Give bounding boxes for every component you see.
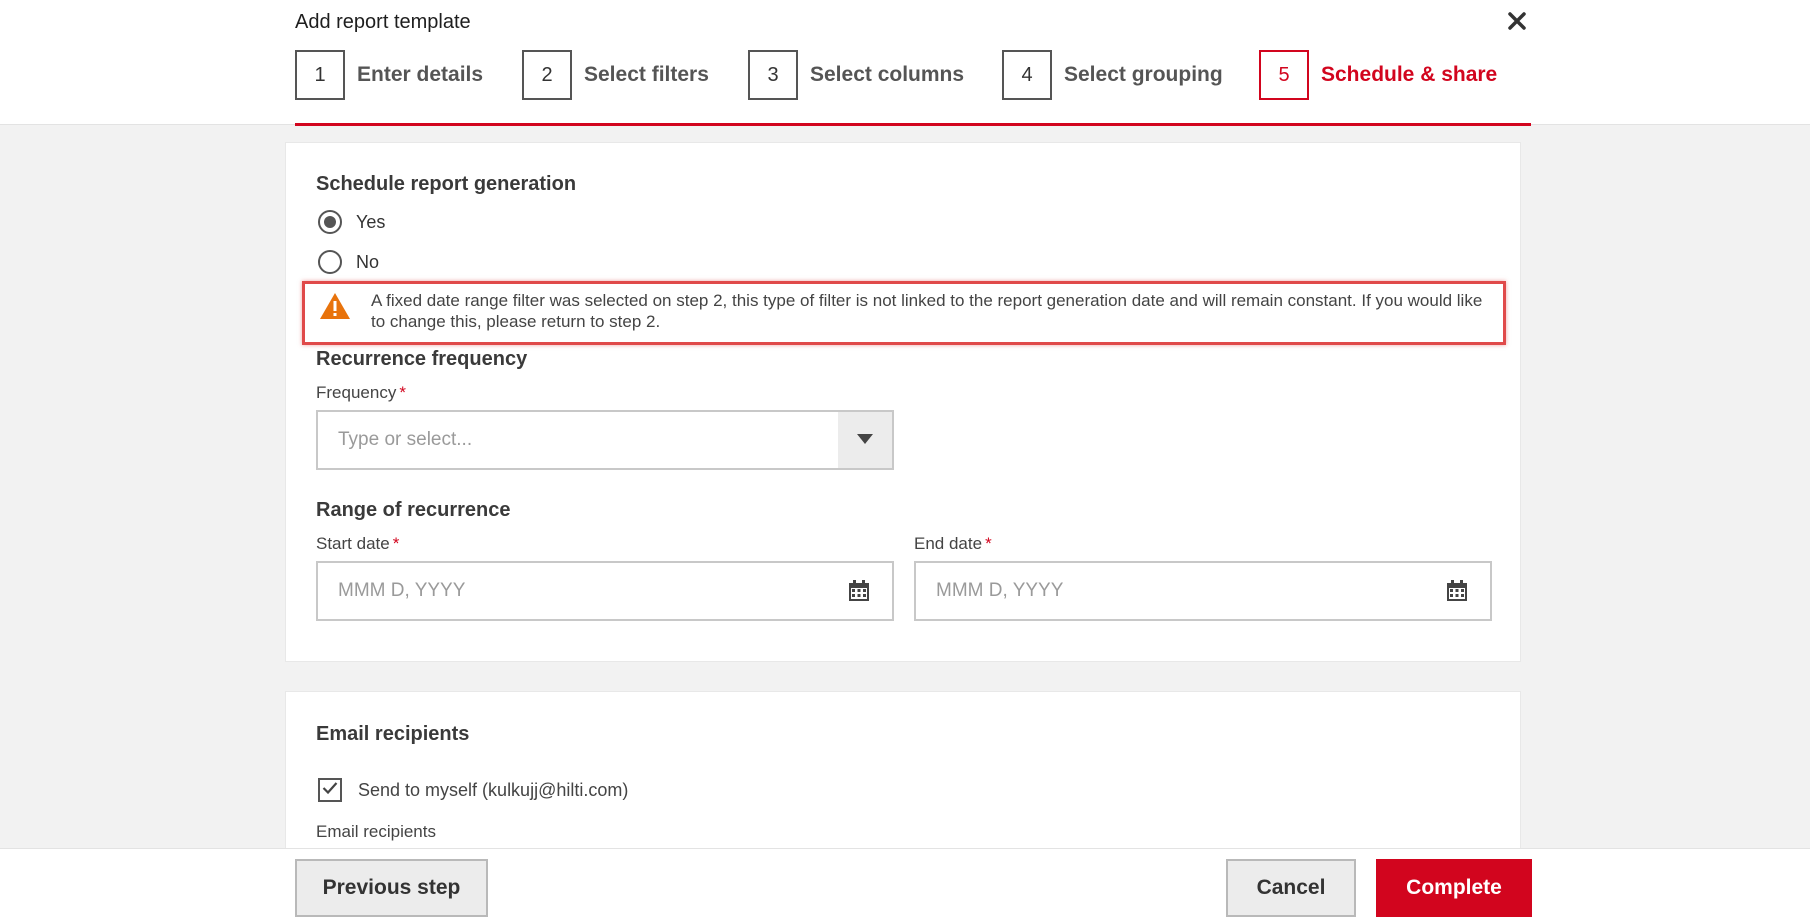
step-label: Select filters: [584, 63, 709, 86]
step-label: Select columns: [810, 63, 965, 86]
checkmark-icon: [322, 781, 338, 800]
dialog-footer: Previous step Cancel Complete: [0, 848, 1810, 921]
start-date-input[interactable]: MMM D, YYYY: [316, 561, 894, 621]
required-asterisk: *: [985, 534, 992, 553]
complete-button[interactable]: Complete: [1376, 859, 1532, 917]
send-to-myself-checkbox[interactable]: Send to myself (kulkujj@hilti.com): [318, 778, 628, 802]
radio-button[interactable]: [318, 250, 342, 274]
radio-label: No: [356, 251, 380, 272]
caret-down-icon: [857, 431, 873, 449]
step-number: 3: [748, 50, 798, 100]
radio-selected-dot: [324, 216, 336, 228]
step-select-grouping[interactable]: 4 Select grouping: [1002, 49, 1223, 101]
start-date-label-text: Start date: [316, 534, 390, 553]
warning-text: A fixed date range filter was selected o…: [371, 291, 1483, 331]
end-date-placeholder: MMM D, YYYY: [936, 580, 1064, 601]
warning-triangle-icon: [319, 292, 351, 320]
schedule-card: Schedule report generation Yes No A fixe…: [285, 142, 1521, 662]
checkbox[interactable]: [318, 778, 342, 802]
step-number: 2: [522, 50, 572, 100]
end-date-label: End date *: [914, 534, 992, 554]
frequency-label: Frequency *: [316, 383, 406, 403]
step-enter-details[interactable]: 1 Enter details: [295, 49, 483, 101]
step-number: 5: [1259, 50, 1309, 100]
step-label: Enter details: [357, 63, 484, 86]
start-date-placeholder: MMM D, YYYY: [338, 580, 466, 601]
frequency-label-text: Frequency: [316, 383, 397, 402]
start-date-label: Start date *: [316, 534, 399, 554]
end-date-label-text: End date: [914, 534, 983, 553]
calendar-icon[interactable]: [844, 576, 874, 606]
frequency-placeholder: Type or select...: [338, 429, 473, 450]
step-number: 4: [1002, 50, 1052, 100]
end-date-input[interactable]: MMM D, YYYY: [914, 561, 1492, 621]
schedule-title: Schedule report generation: [316, 173, 577, 195]
warning-message: A fixed date range filter was selected o…: [302, 281, 1506, 345]
step-number: 1: [295, 50, 345, 100]
radio-yes[interactable]: Yes: [318, 210, 385, 234]
cancel-button[interactable]: Cancel: [1226, 859, 1356, 917]
dialog-title: Add report template: [295, 11, 471, 33]
radio-label: Yes: [356, 211, 386, 232]
dialog-header: Add report template 1 Enter details 2 Se…: [0, 0, 1810, 125]
required-asterisk: *: [392, 534, 400, 553]
email-recipients-label: Email recipients: [316, 822, 436, 841]
step-select-filters[interactable]: 2 Select filters: [522, 49, 709, 101]
step-select-columns[interactable]: 3 Select columns: [748, 49, 964, 101]
previous-step-button[interactable]: Previous step: [295, 859, 488, 917]
calendar-icon[interactable]: [1442, 576, 1472, 606]
required-asterisk: *: [399, 383, 406, 402]
dropdown-toggle[interactable]: [838, 412, 892, 468]
frequency-dropdown[interactable]: Type or select...: [316, 410, 894, 470]
send-to-myself-label: Send to myself (kulkujj@hilti.com): [358, 779, 629, 800]
radio-button[interactable]: [318, 210, 342, 234]
email-title: Email recipients: [316, 723, 470, 745]
recurrence-title: Recurrence frequency: [316, 348, 528, 370]
radio-no[interactable]: No: [318, 250, 379, 274]
close-icon[interactable]: [1504, 8, 1530, 34]
step-label: Select grouping: [1064, 63, 1223, 86]
range-title: Range of recurrence: [316, 499, 511, 521]
step-schedule-share[interactable]: 5 Schedule & share: [1259, 49, 1497, 101]
email-card: Email recipients Send to myself (kulkujj…: [285, 691, 1521, 851]
step-label: Schedule & share: [1321, 63, 1498, 86]
step-progress-bar: [295, 123, 1531, 126]
